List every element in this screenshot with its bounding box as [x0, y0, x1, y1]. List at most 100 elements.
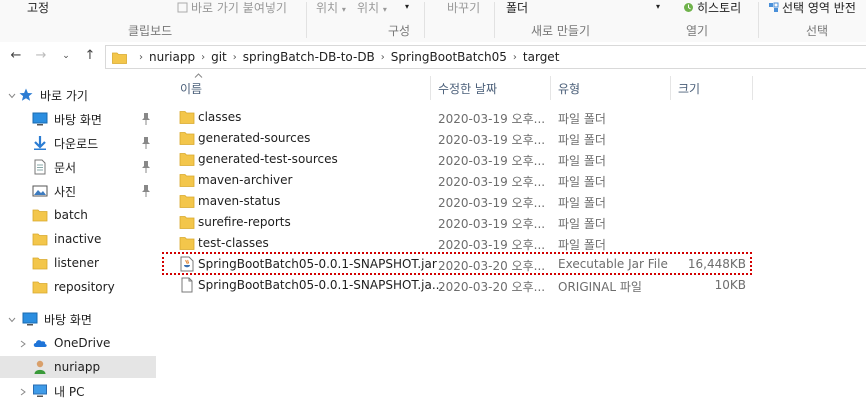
- file-type: ORIGINAL 파일: [558, 280, 642, 294]
- open-group-label: 열기: [686, 24, 709, 38]
- file-type: 파일 폴더: [558, 175, 606, 189]
- select-group-label: 선택: [806, 24, 829, 38]
- table-row[interactable]: generated-test-sources 2020-03-19 오후... 파일…: [174, 149, 758, 170]
- file-name: surefire-reports: [198, 215, 291, 229]
- breadcrumb-springbatch[interactable]: springBatch-DB-to-DB: [243, 50, 375, 64]
- nav-item-listener[interactable]: listener: [32, 252, 156, 274]
- column-header-modified[interactable]: 수정한 날짜: [438, 80, 497, 97]
- folder-icon: [179, 174, 195, 187]
- table-row[interactable]: maven-archiver 2020-03-19 오후... 파일 폴더: [174, 170, 758, 191]
- nav-desktop-root[interactable]: 바탕 화면: [22, 308, 156, 330]
- file-name: generated-test-sources: [198, 152, 338, 166]
- breadcrumb-separator[interactable]: ›: [381, 52, 385, 63]
- address-bar[interactable]: › nuriapp › git › springBatch-DB-to-DB ›…: [105, 45, 866, 69]
- up-button[interactable]: ↑: [82, 48, 98, 64]
- breadcrumb-springbootbatch05[interactable]: SpringBootBatch05: [391, 50, 507, 64]
- nav-user-nuriapp[interactable]: nuriapp: [0, 356, 156, 378]
- folder-icon: [32, 233, 48, 246]
- breadcrumb-separator[interactable]: ›: [201, 52, 205, 63]
- breadcrumb-target[interactable]: target: [523, 50, 560, 64]
- paste-shortcut-icon: [177, 2, 188, 13]
- ribbon-divider: [306, 2, 307, 38]
- breadcrumb: › nuriapp › git › springBatch-DB-to-DB ›…: [112, 49, 559, 65]
- pin-icon[interactable]: [140, 112, 152, 126]
- file-modified: 2020-03-19 오후...: [438, 175, 546, 189]
- breadcrumb-git[interactable]: git: [211, 50, 227, 64]
- rename-button[interactable]: 바꾸기: [447, 0, 480, 16]
- nav-onedrive[interactable]: OneDrive: [32, 332, 156, 354]
- breadcrumb-separator[interactable]: ›: [139, 52, 143, 63]
- file-type: 파일 폴더: [558, 133, 606, 147]
- table-row[interactable]: classes 2020-03-19 오후... 파일 폴더: [174, 107, 758, 128]
- move-to-label: 위치: [316, 1, 339, 15]
- paste-shortcut-label: 바로 가기 붙여넣기: [191, 1, 287, 15]
- column-header-size[interactable]: 크기: [678, 80, 700, 97]
- paste-shortcut-button[interactable]: 바로 가기 붙여넣기: [177, 0, 287, 16]
- pin-icon[interactable]: [140, 160, 152, 174]
- delete-dropdown-arrow[interactable]: ▾: [405, 2, 409, 11]
- file-name: SpringBootBatch05-0.0.1-SNAPSHOT.ja...: [198, 278, 444, 292]
- pin-icon[interactable]: [140, 184, 152, 198]
- forward-button[interactable]: →: [33, 48, 49, 64]
- copy-to-button[interactable]: 위치 ▾: [357, 0, 387, 16]
- file-modified: 2020-03-19 오후...: [438, 112, 546, 126]
- new-folder-button[interactable]: 폴더: [506, 0, 528, 16]
- nav-item-label: repository: [54, 280, 115, 294]
- file-list: 이름 수정한 날짜 유형 크기 classes 2020-03-19 오후... 파…: [162, 72, 866, 405]
- nav-item-desktop[interactable]: 바탕 화면: [32, 108, 156, 130]
- table-row[interactable]: SpringBootBatch05-0.0.1-SNAPSHOT.jar 2020…: [174, 254, 758, 275]
- pin-quick-access-button[interactable]: 고정: [27, 0, 49, 16]
- nav-item-label: 다운로드: [54, 136, 99, 151]
- breadcrumb-separator[interactable]: ›: [233, 52, 237, 63]
- move-to-button[interactable]: 위치 ▾: [316, 0, 346, 16]
- chevron-down-icon[interactable]: [7, 315, 17, 325]
- file-type: 파일 폴더: [558, 238, 606, 252]
- blank-file-icon: [181, 277, 193, 293]
- column-header-type[interactable]: 유형: [558, 80, 580, 97]
- column-divider[interactable]: [430, 76, 431, 100]
- folder-icon: [179, 216, 195, 229]
- column-divider[interactable]: [550, 76, 551, 100]
- chevron-right-icon[interactable]: [18, 387, 28, 397]
- file-name: maven-archiver: [198, 173, 293, 187]
- back-button[interactable]: ←: [8, 48, 24, 64]
- pin-icon[interactable]: [140, 136, 152, 150]
- column-divider[interactable]: [752, 76, 753, 100]
- nav-item-batch[interactable]: batch: [32, 204, 156, 226]
- table-row[interactable]: test-classes 2020-03-19 오후... 파일 폴더: [174, 233, 758, 254]
- invert-selection-button[interactable]: 선택 영역 반전: [768, 0, 856, 16]
- file-type: 파일 폴더: [558, 112, 606, 126]
- history-button[interactable]: 히스토리: [683, 0, 741, 16]
- file-modified: 2020-03-19 오후...: [438, 238, 546, 252]
- new-group-label: 새로 만들기: [531, 24, 591, 38]
- nav-item-inactive[interactable]: inactive: [32, 228, 156, 250]
- nav-quick-access[interactable]: 바로 가기: [18, 84, 156, 106]
- nav-item-downloads[interactable]: 다운로드: [32, 132, 156, 154]
- table-row[interactable]: maven-status 2020-03-19 오후... 파일 폴더: [174, 191, 758, 212]
- table-row[interactable]: SpringBootBatch05-0.0.1-SNAPSHOT.ja... 20…: [174, 275, 758, 296]
- folder-icon: [179, 237, 195, 250]
- address-row: ← → ⌄ ↑ › nuriapp › git › springBatch-DB…: [0, 42, 866, 72]
- breadcrumb-separator[interactable]: ›: [513, 52, 517, 63]
- nav-this-pc[interactable]: 내 PC: [32, 380, 156, 402]
- file-size: 10KB: [714, 278, 746, 292]
- chevron-down-icon[interactable]: [7, 91, 17, 101]
- desktop-icon: [22, 312, 38, 326]
- recent-locations-button[interactable]: ⌄: [58, 48, 74, 64]
- table-row[interactable]: generated-sources 2020-03-19 오후... 파일 폴더: [174, 128, 758, 149]
- file-name: maven-status: [198, 194, 281, 208]
- file-name: test-classes: [198, 236, 269, 250]
- table-row[interactable]: surefire-reports 2020-03-19 오후... 파일 폴더: [174, 212, 758, 233]
- breadcrumb-nuriapp[interactable]: nuriapp: [149, 50, 195, 64]
- invert-selection-icon: [769, 2, 779, 12]
- properties-dropdown-arrow[interactable]: ▾: [656, 2, 660, 11]
- nav-item-pictures[interactable]: 사진: [32, 180, 156, 202]
- column-divider[interactable]: [670, 76, 671, 100]
- nav-item-label: listener: [54, 256, 99, 270]
- nav-item-repository[interactable]: repository: [32, 276, 156, 298]
- column-header-name[interactable]: 이름: [180, 73, 203, 97]
- file-type: 파일 폴더: [558, 154, 606, 168]
- chevron-right-icon[interactable]: [18, 339, 28, 349]
- file-modified: 2020-03-19 오후...: [438, 154, 546, 168]
- nav-item-documents[interactable]: 문서: [32, 156, 156, 178]
